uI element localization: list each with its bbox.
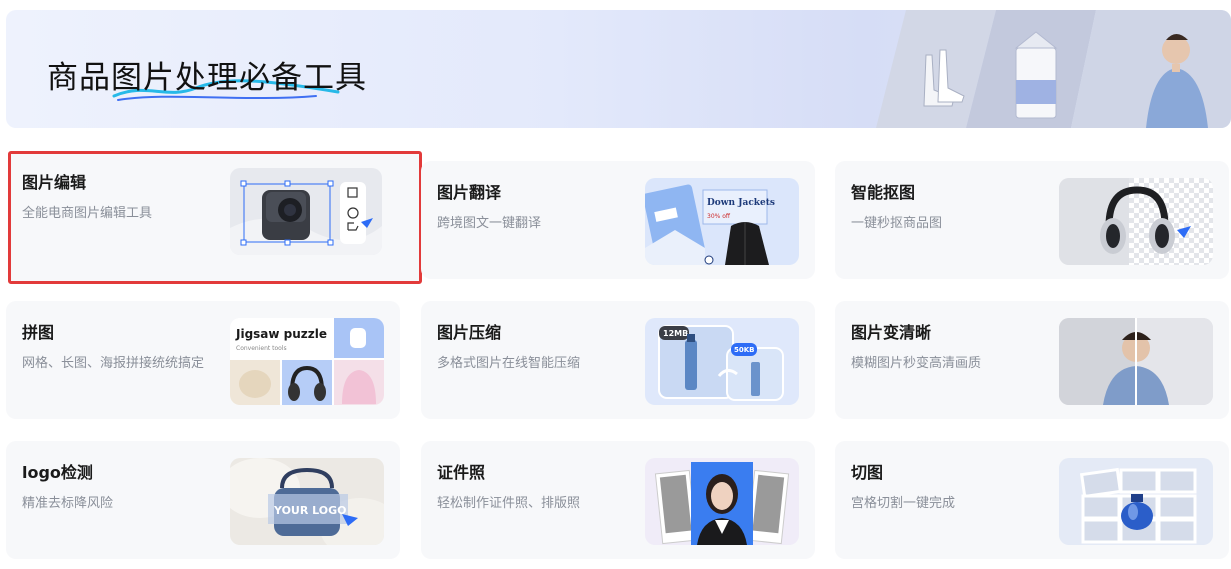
tool-card-smart-cutout[interactable]: 智能抠图 一键秒抠商品图 xyxy=(835,161,1229,279)
tool-title: 拼图 xyxy=(22,323,55,342)
jigsaw-subheading: Convenient tools xyxy=(236,345,287,352)
id-photo-thumbnail xyxy=(645,458,799,545)
banner: 商品图片处理必备工具 xyxy=(6,10,1231,128)
tool-description: 轻松制作证件照、排版照 xyxy=(437,496,581,511)
banner-title: 商品图片处理必备工具 xyxy=(47,60,367,96)
tool-card-logo-check[interactable]: logo检测 精准去标降风险 YOUR LOGO xyxy=(6,441,400,559)
tool-description: 宫格切割一键完成 xyxy=(851,496,956,511)
translate-banner-text: Down Jackets xyxy=(707,198,775,208)
tool-title: 切图 xyxy=(851,463,884,482)
tool-description: 一键秒抠商品图 xyxy=(851,216,943,231)
tool-card-image-edit[interactable]: 图片编辑 全能电商图片编辑工具 xyxy=(8,151,422,284)
tool-title: 智能抠图 xyxy=(851,183,916,202)
tool-description: 模糊图片秒变高清画质 xyxy=(851,356,982,371)
tool-description: 多格式图片在线智能压缩 xyxy=(437,356,581,371)
tool-title: logo检测 xyxy=(22,463,93,482)
tool-title: 证件照 xyxy=(437,463,486,482)
tool-card-compress[interactable]: 图片压缩 多格式图片在线智能压缩 12MB 50KB xyxy=(421,301,815,419)
compress-thumbnail: 12MB 50KB xyxy=(645,318,799,405)
logo-watermark-text: YOUR LOGO xyxy=(273,504,347,517)
image-edit-thumbnail xyxy=(230,168,382,255)
image-translate-thumbnail: Down Jackets 30% off xyxy=(645,178,799,265)
tool-card-id-photo[interactable]: 证件照 轻松制作证件照、排版照 xyxy=(421,441,815,559)
tool-description: 精准去标降风险 xyxy=(22,496,114,511)
tool-title: 图片编辑 xyxy=(22,173,87,192)
jigsaw-heading: Jigsaw puzzle xyxy=(235,327,327,341)
size-after-label: 50KB xyxy=(734,346,755,354)
tool-description: 网格、长图、海报拼接统统搞定 xyxy=(22,356,205,371)
slice-thumbnail xyxy=(1059,458,1213,545)
tool-description: 全能电商图片编辑工具 xyxy=(22,206,153,221)
tool-title: 图片翻译 xyxy=(437,183,502,202)
tool-card-image-translate[interactable]: 图片翻译 跨境图文一键翻译 Down Jackets 30% off xyxy=(421,161,815,279)
translate-price-text: 30% off xyxy=(707,213,731,220)
jigsaw-thumbnail: Jigsaw puzzle Convenient tools xyxy=(230,318,384,405)
tool-card-enhance[interactable]: 图片变清晰 模糊图片秒变高清画质 xyxy=(835,301,1229,419)
smart-cutout-thumbnail xyxy=(1059,178,1213,265)
logo-check-thumbnail: YOUR LOGO xyxy=(230,458,384,545)
enhance-thumbnail xyxy=(1059,318,1213,405)
tool-description: 跨境图文一键翻译 xyxy=(437,216,542,231)
tool-card-slice[interactable]: 切图 宫格切割一键完成 xyxy=(835,441,1229,559)
banner-product-collage xyxy=(876,10,1231,128)
tool-title: 图片压缩 xyxy=(437,323,502,342)
tool-title: 图片变清晰 xyxy=(851,323,932,342)
size-before-label: 12MB xyxy=(663,329,688,338)
tool-card-jigsaw[interactable]: 拼图 网格、长图、海报拼接统统搞定 Jigsaw puzzle Convenie… xyxy=(6,301,400,419)
